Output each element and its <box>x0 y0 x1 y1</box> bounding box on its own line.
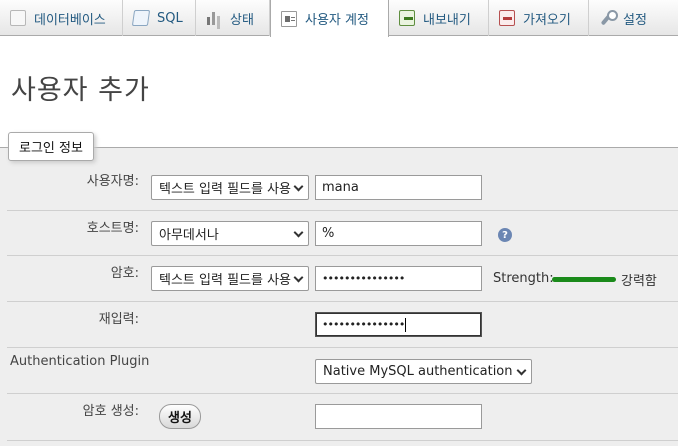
password-type-select[interactable]: 텍스트 입력 필드를 사용 <box>151 266 309 291</box>
user-accounts-icon <box>281 10 297 27</box>
password-label: 암호: <box>110 266 139 281</box>
auth-plugin-select[interactable]: Native MySQL authentication <box>315 359 532 384</box>
page-title: 사용자 추가 <box>11 75 150 106</box>
hostname-type-value: 아무데서나 <box>159 228 219 243</box>
username-type-value: 텍스트 입력 필드를 사용 <box>159 182 291 197</box>
password-input[interactable]: ••••••••••••••• <box>315 266 482 291</box>
username-input[interactable]: mana <box>315 175 482 200</box>
status-chart-icon <box>206 10 222 26</box>
tab-export[interactable]: 내보내기 <box>389 0 489 36</box>
tab-databases[interactable]: 데이터베이스 <box>0 0 123 36</box>
strength-text: 강력함 <box>621 274 657 289</box>
fieldset-legend: 로그인 정보 <box>8 132 94 161</box>
password-row: 암호: 텍스트 입력 필드를 사용 ••••••••••••••• Streng… <box>7 256 678 302</box>
tab-import-label: 가져오기 <box>523 12 571 28</box>
generate-button[interactable]: 생성 <box>159 404 201 429</box>
strength-label: Strength: <box>493 271 554 286</box>
tab-settings-label: 설정 <box>623 12 647 28</box>
reenter-label: 재입력: <box>98 312 139 327</box>
auth-plugin-label: Authentication Plugin <box>10 354 150 369</box>
tab-settings[interactable]: 설정 <box>589 0 678 36</box>
username-label: 사용자명: <box>86 174 139 189</box>
export-icon <box>399 10 415 26</box>
username-value: mana <box>322 180 359 195</box>
wrench-icon <box>599 10 618 26</box>
tab-user-accounts[interactable]: 사용자 계정 <box>270 0 389 37</box>
tab-import[interactable]: 가져오기 <box>489 0 589 36</box>
password-type-value: 텍스트 입력 필드를 사용 <box>159 273 291 288</box>
tab-databases-label: 데이터베이스 <box>34 12 106 28</box>
top-tab-bar: 데이터베이스 SQL 상태 사용자 계정 내보내기 가져오기 설정 <box>0 0 678 37</box>
generated-password-input[interactable] <box>315 404 482 429</box>
text-caret <box>405 317 407 332</box>
username-row: 사용자명: 텍스트 입력 필드를 사용 mana <box>7 164 678 211</box>
hostname-type-select[interactable]: 아무데서나 <box>151 221 309 246</box>
sql-icon <box>131 10 151 26</box>
hostname-input[interactable]: % <box>315 221 482 246</box>
generate-password-row: 암호 생성: 생성 <box>7 394 678 441</box>
chevron-down-icon <box>293 227 304 238</box>
tab-sql-label: SQL <box>157 10 183 26</box>
tab-user-accounts-label: 사용자 계정 <box>305 13 369 28</box>
password-value: ••••••••••••••• <box>322 272 405 285</box>
reenter-password-input[interactable]: ••••••••••••••• <box>315 312 482 337</box>
hostname-label: 호스트명: <box>86 221 139 236</box>
auth-plugin-value: Native MySQL authentication <box>323 364 513 379</box>
strength-meter <box>552 277 616 282</box>
auth-plugin-row: Authentication Plugin Native MySQL authe… <box>7 348 678 394</box>
hostname-row: 호스트명: 아무데서나 % ? <box>7 211 678 256</box>
tab-sql[interactable]: SQL <box>123 0 196 36</box>
tab-status[interactable]: 상태 <box>196 0 270 36</box>
reenter-value: ••••••••••••••• <box>322 318 405 331</box>
tab-export-label: 내보내기 <box>423 12 471 28</box>
reenter-row: 재입력: ••••••••••••••• <box>7 302 678 348</box>
import-icon <box>499 10 515 26</box>
database-icon <box>10 10 26 26</box>
login-info-fieldset: 사용자명: 텍스트 입력 필드를 사용 mana 호스트명: 아무데서나 % ?… <box>0 147 678 446</box>
generate-password-label: 암호 생성: <box>82 404 139 419</box>
hostname-value: % <box>322 226 335 241</box>
username-type-select[interactable]: 텍스트 입력 필드를 사용 <box>151 175 309 200</box>
tab-status-label: 상태 <box>230 12 254 28</box>
help-icon[interactable]: ? <box>498 228 512 242</box>
